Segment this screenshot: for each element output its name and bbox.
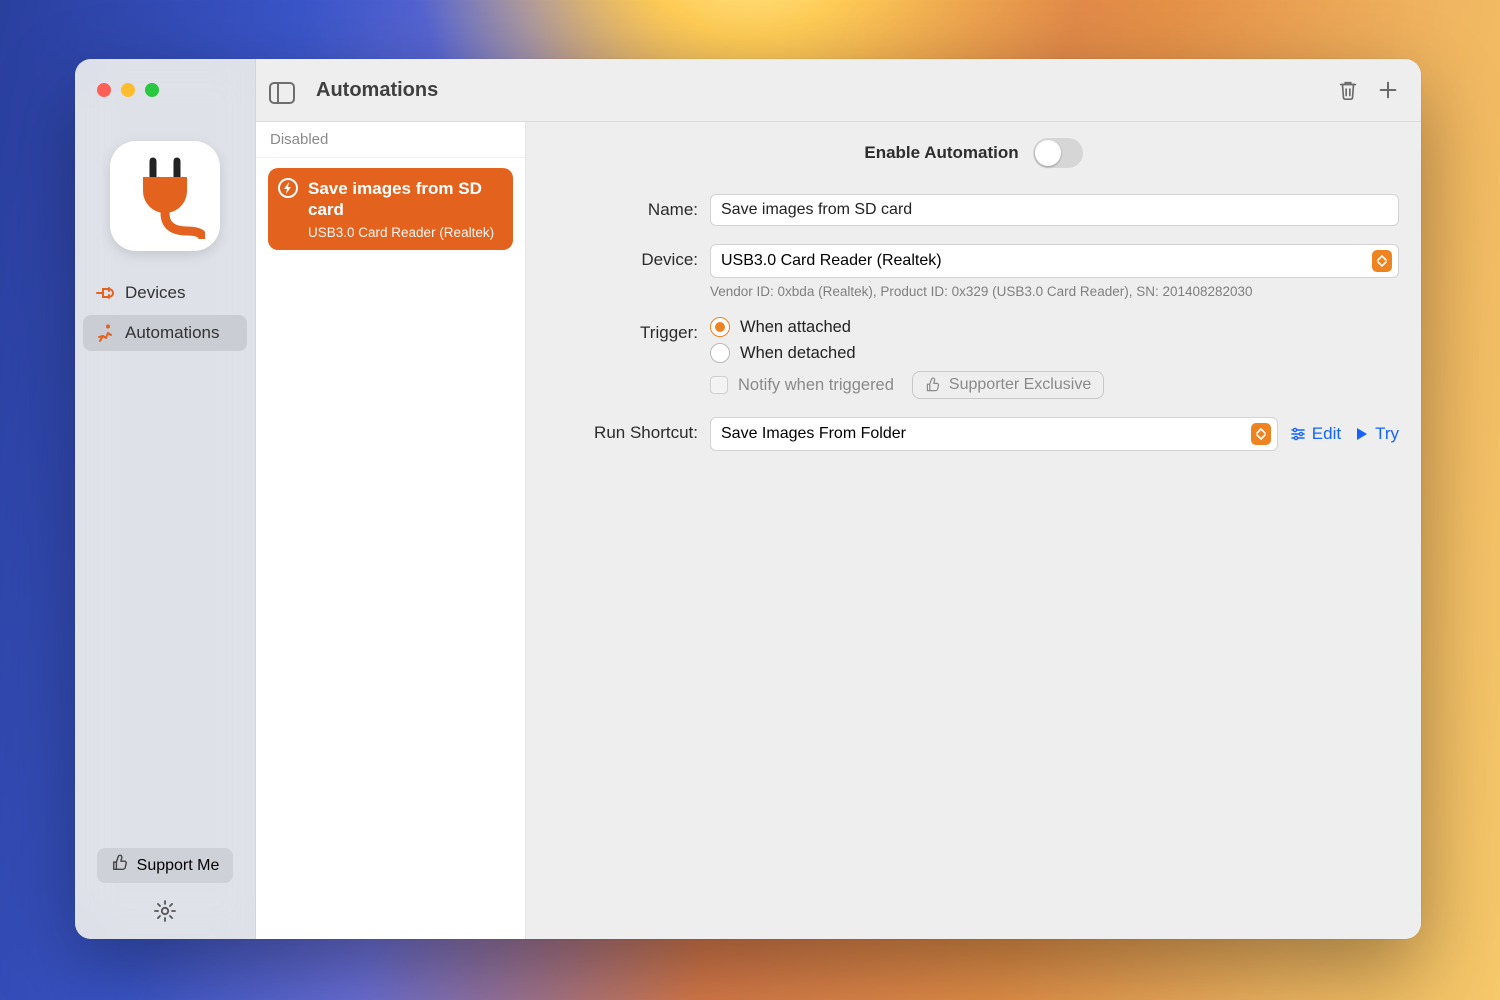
play-icon bbox=[1353, 426, 1369, 442]
add-automation-button[interactable] bbox=[1375, 77, 1401, 103]
close-window-button[interactable] bbox=[97, 83, 111, 97]
support-me-button[interactable]: Support Me bbox=[97, 848, 234, 883]
gear-icon bbox=[153, 899, 177, 923]
window-traffic-lights bbox=[75, 59, 255, 97]
sidebar-item-automations[interactable]: Automations bbox=[83, 315, 247, 351]
trigger-attached-label: When attached bbox=[740, 318, 851, 337]
minimize-window-button[interactable] bbox=[121, 83, 135, 97]
name-field-label: Name: bbox=[548, 194, 698, 220]
chevrons-up-down-icon bbox=[1251, 423, 1271, 445]
list-section-header: Disabled bbox=[256, 122, 525, 158]
trigger-detached-radio[interactable] bbox=[710, 343, 730, 363]
sidebar-item-label: Devices bbox=[125, 283, 185, 303]
shortcut-field-label: Run Shortcut: bbox=[548, 417, 698, 443]
try-shortcut-button[interactable]: Try bbox=[1353, 424, 1399, 444]
device-helper-text: Vendor ID: 0xbda (Realtek), Product ID: … bbox=[710, 284, 1399, 299]
settings-button[interactable] bbox=[153, 899, 177, 923]
bolt-circle-icon bbox=[278, 178, 298, 198]
automation-list-item[interactable]: Save images from SD card USB3.0 Card Rea… bbox=[268, 168, 513, 250]
trash-icon bbox=[1337, 78, 1359, 102]
device-field-label: Device: bbox=[548, 244, 698, 270]
zoom-window-button[interactable] bbox=[145, 83, 159, 97]
usb-plug-icon bbox=[95, 283, 115, 303]
sidebar-item-devices[interactable]: Devices bbox=[83, 275, 247, 311]
sliders-icon bbox=[1290, 426, 1306, 442]
name-field[interactable] bbox=[710, 194, 1399, 226]
enable-automation-label: Enable Automation bbox=[864, 143, 1018, 163]
running-icon bbox=[95, 323, 115, 343]
sidebar-item-label: Automations bbox=[125, 323, 220, 343]
plug-icon bbox=[125, 153, 205, 239]
automation-detail: Enable Automation Name: Device: USB3.0 C… bbox=[526, 122, 1421, 939]
shortcut-select-value: Save Images From Folder bbox=[721, 425, 906, 443]
notify-checkbox[interactable] bbox=[710, 376, 728, 394]
automation-item-subtitle: USB3.0 Card Reader (Realtek) bbox=[308, 225, 501, 240]
chevrons-up-down-icon bbox=[1372, 250, 1392, 272]
supporter-exclusive-badge: Supporter Exclusive bbox=[912, 371, 1104, 399]
toggle-sidebar-button[interactable] bbox=[269, 82, 295, 104]
device-select[interactable]: USB3.0 Card Reader (Realtek) bbox=[710, 244, 1399, 278]
edit-shortcut-button[interactable]: Edit bbox=[1290, 424, 1341, 444]
device-select-value: USB3.0 Card Reader (Realtek) bbox=[721, 252, 942, 270]
thumbs-up-icon bbox=[111, 854, 129, 877]
trigger-detached-label: When detached bbox=[740, 344, 856, 363]
trigger-field-label: Trigger: bbox=[548, 317, 698, 343]
app-window: Devices Automations Support Me Aut bbox=[75, 59, 1421, 939]
shortcut-select[interactable]: Save Images From Folder bbox=[710, 417, 1278, 451]
delete-automation-button[interactable] bbox=[1335, 77, 1361, 103]
automation-list: Disabled Save images from SD card USB3.0… bbox=[256, 122, 526, 939]
toolbar: Automations bbox=[256, 59, 1421, 122]
thumbs-up-icon bbox=[925, 377, 941, 393]
support-me-label: Support Me bbox=[137, 857, 220, 875]
trigger-attached-radio[interactable] bbox=[710, 317, 730, 337]
main-area: Automations Disabled Save images from SD… bbox=[256, 59, 1421, 939]
page-title: Automations bbox=[316, 79, 438, 102]
automation-item-title: Save images from SD card bbox=[308, 178, 501, 221]
sidebar: Devices Automations Support Me bbox=[75, 59, 256, 939]
enable-automation-toggle[interactable] bbox=[1033, 138, 1083, 168]
plus-icon bbox=[1377, 79, 1399, 101]
app-icon bbox=[110, 141, 220, 251]
notify-label: Notify when triggered bbox=[738, 376, 894, 395]
